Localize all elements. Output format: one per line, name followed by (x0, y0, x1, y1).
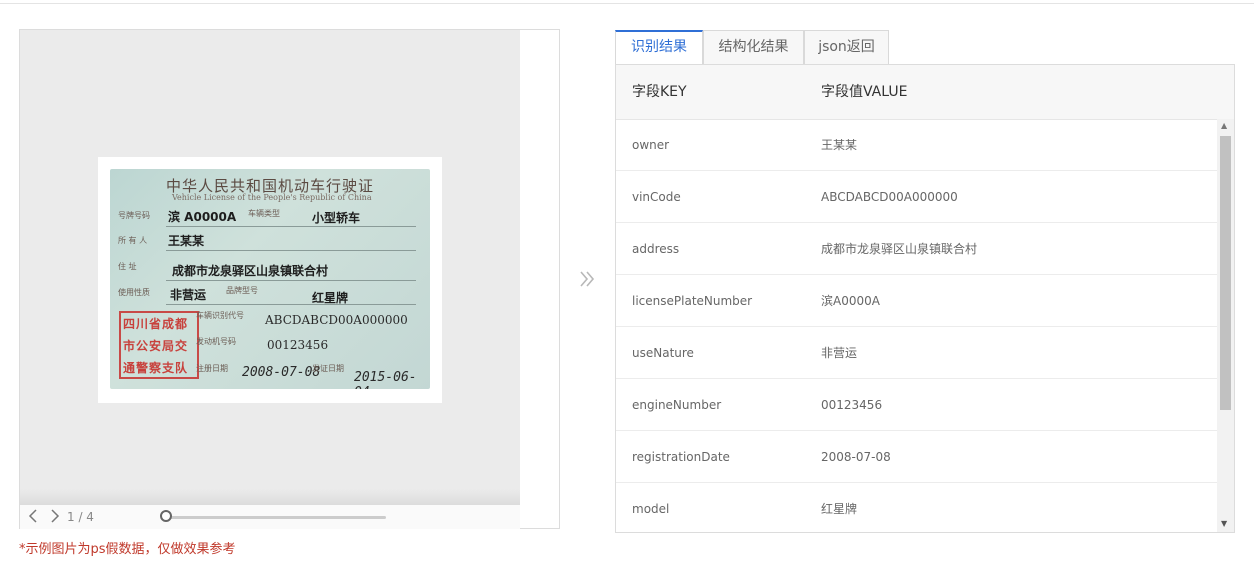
row-key: owner (632, 138, 670, 152)
police-stamp: 四川省成都 市公安局交 通警察支队 (119, 311, 199, 379)
zoom-slider-track[interactable] (166, 516, 386, 519)
row-value: ABCDABCD00A000000 (821, 190, 958, 204)
tab-json-response[interactable]: json返回 (804, 30, 889, 64)
license-vin-label: 车辆识别代号 (196, 311, 244, 320)
row-key: vinCode (632, 190, 681, 204)
license-reg-label: 注册日期 (196, 364, 228, 373)
table-row: useNature 非营运 (616, 327, 1217, 379)
license-address-label: 住 址 (118, 262, 137, 271)
header-field-value: 字段值VALUE (821, 84, 908, 100)
image-viewer: 中华人民共和国机动车行驶证 Vehicle License of the Peo… (19, 29, 560, 529)
license-owner-value: 王某某 (168, 234, 205, 248)
license-engine-value: 00123456 (267, 338, 329, 352)
row-key: model (632, 502, 670, 516)
table-header: 字段KEY 字段值VALUE (616, 65, 1234, 120)
license-use-label: 使用性质 (118, 288, 150, 297)
row-value: 00123456 (821, 398, 883, 412)
chevron-right-icon[interactable] (48, 508, 62, 524)
license-plate-label: 号牌号码 (118, 211, 150, 220)
header-field-key: 字段KEY (632, 84, 687, 100)
row-value: 红星牌 (821, 502, 858, 516)
viewer-controls: 1 / 4 (20, 505, 520, 529)
row-key: useNature (632, 346, 694, 360)
chevron-left-icon[interactable] (26, 508, 40, 524)
table-row: registrationDate 2008-07-08 (616, 431, 1217, 483)
license-type-value: 小型轿车 (312, 211, 361, 225)
sample-disclaimer: *示例图片为ps假数据，仅做效果参考 (19, 542, 236, 557)
page-indicator: 1 / 4 (67, 510, 94, 524)
row-key: licensePlateNumber (632, 294, 753, 308)
row-value: 王某某 (821, 138, 858, 152)
row-key: address (632, 242, 680, 256)
row-value: 滨A0000A (821, 294, 880, 308)
scroll-up-arrow-icon[interactable]: ▲ (1221, 121, 1227, 130)
tab-structured-result[interactable]: 结构化结果 (703, 30, 804, 64)
row-value: 非营运 (821, 346, 858, 360)
vertical-scrollbar[interactable]: ▲ ▼ (1217, 119, 1234, 532)
table-body[interactable]: owner 王某某 vinCode ABCDABCD00A000000 addr… (616, 119, 1217, 532)
double-chevron-right-icon (578, 266, 596, 298)
table-row: vinCode ABCDABCD00A000000 (616, 171, 1217, 223)
sample-image-frame: 中华人民共和国机动车行驶证 Vehicle License of the Peo… (98, 157, 442, 403)
image-stage: 中华人民共和国机动车行驶证 Vehicle License of the Peo… (20, 30, 520, 505)
vehicle-license-image: 中华人民共和国机动车行驶证 Vehicle License of the Peo… (110, 169, 430, 389)
scroll-down-arrow-icon[interactable]: ▼ (1221, 519, 1227, 528)
license-reg-value: 2008-07-08 (242, 365, 321, 380)
license-owner-label: 所 有 人 (118, 236, 148, 245)
table-row: model 红星牌 (616, 483, 1217, 532)
license-use-value: 非营运 (170, 288, 207, 302)
result-table: 字段KEY 字段值VALUE owner 王某某 vinCode ABCDABC… (615, 64, 1235, 533)
row-key: engineNumber (632, 398, 722, 412)
license-issue-label: 发证日期 (312, 364, 344, 373)
tab-recognition-result[interactable]: 识别结果 (615, 30, 703, 64)
license-vin-value: ABCDABCD00A000000 (265, 313, 408, 327)
license-model-label: 品牌型号 (226, 286, 258, 295)
license-plate-value: 滨 A0000A (168, 210, 237, 224)
row-key: registrationDate (632, 450, 730, 464)
row-value: 成都市龙泉驿区山泉镇联合村 (821, 242, 978, 256)
top-divider (0, 3, 1254, 4)
row-value: 2008-07-08 (821, 450, 891, 464)
table-row: owner 王某某 (616, 119, 1217, 171)
table-row: licensePlateNumber 滨A0000A (616, 275, 1217, 327)
license-engine-label: 发动机号码 (196, 337, 236, 346)
zoom-slider-handle[interactable] (160, 510, 172, 522)
scrollbar-thumb[interactable] (1220, 136, 1231, 410)
table-row: engineNumber 00123456 (616, 379, 1217, 431)
license-subtitle: Vehicle License of the People's Republic… (172, 193, 372, 202)
license-type-label: 车辆类型 (248, 209, 280, 218)
license-issue-value: 2015-06-04 (354, 370, 417, 389)
license-address-value: 成都市龙泉驿区山泉镇联合村 (172, 264, 329, 278)
table-row: address 成都市龙泉驿区山泉镇联合村 (616, 223, 1217, 275)
